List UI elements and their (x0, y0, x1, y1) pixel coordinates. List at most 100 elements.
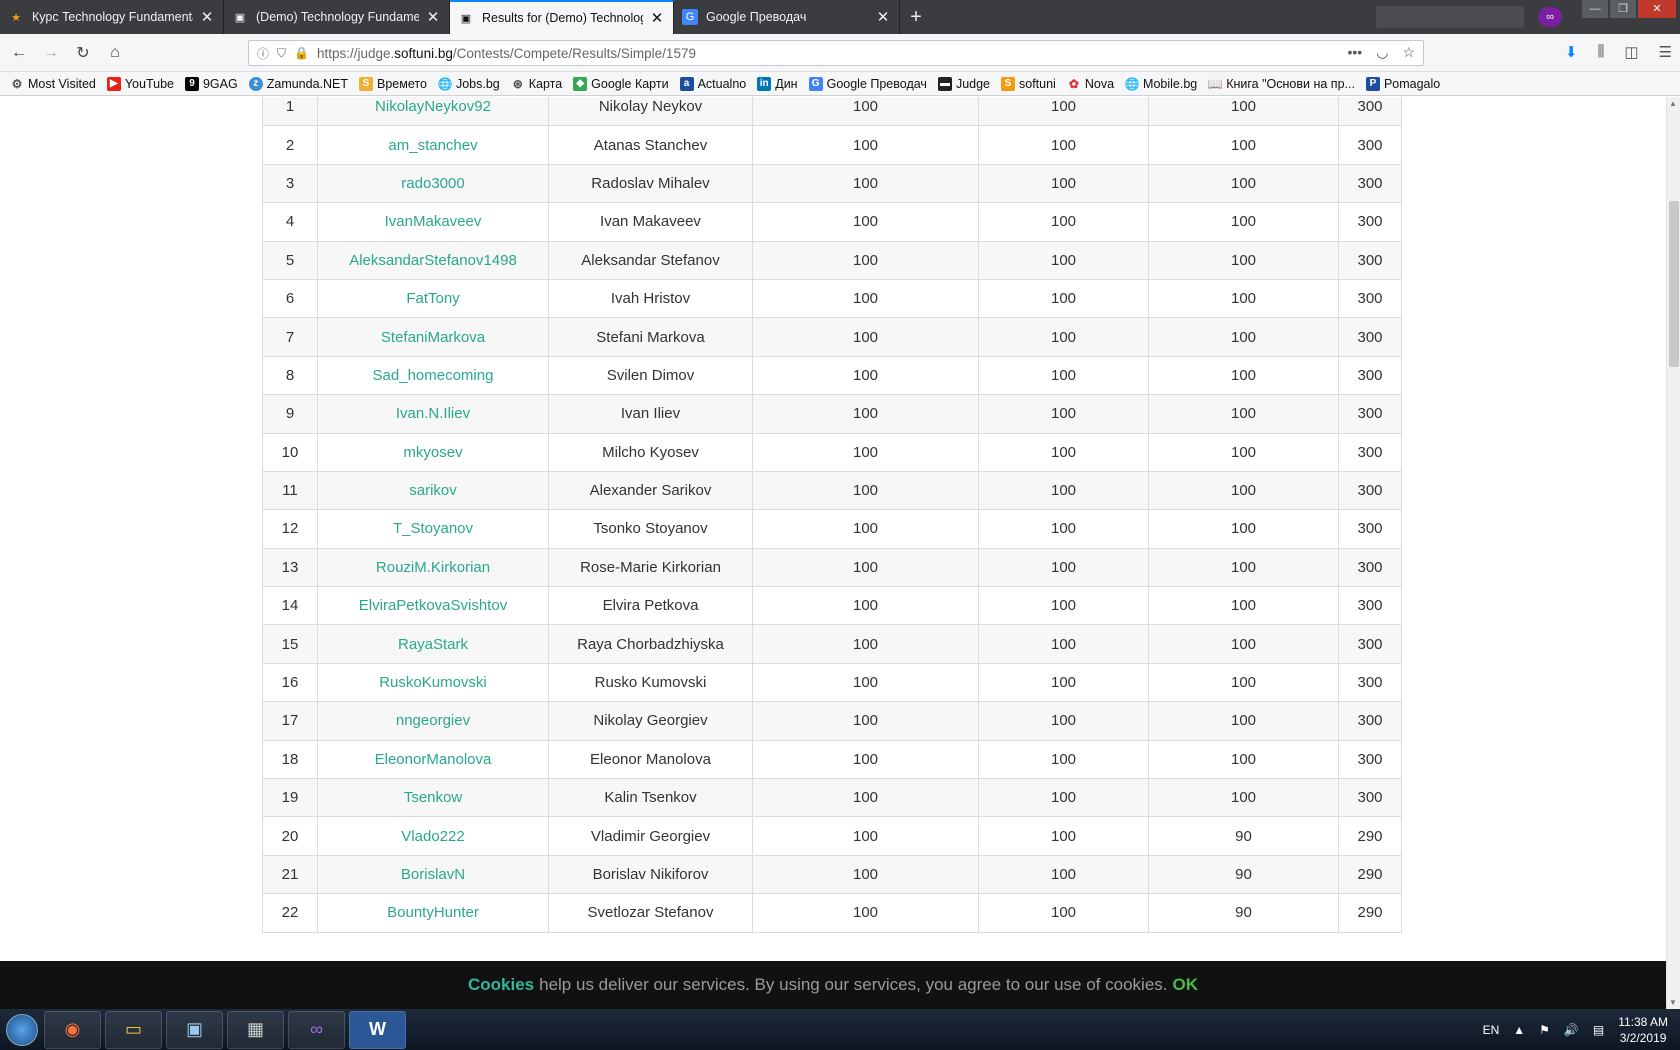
remote-desktop-icon[interactable]: ▣ (166, 1010, 223, 1049)
username-link[interactable]: Tsenkow (317, 778, 549, 818)
table-row: 22 BountyHunter Svetlozar Stefanov 100 100 90… (262, 893, 1402, 933)
table-row: 15 RayaStark Raya Chorbadzhiyska 100 100 100 3… (262, 624, 1402, 664)
username-link[interactable]: AleksandarStefanov1498 (317, 240, 549, 280)
tab-demo[interactable]: ▣ (Demo) Technology Fundamentals ✕ (224, 0, 450, 34)
rank-cell: 10 (262, 432, 318, 472)
problem-3-score: 100 (1148, 701, 1339, 741)
clock[interactable]: 11:38 AM 3/2/2019 (1618, 1014, 1668, 1046)
scrollbar-thumb[interactable] (1669, 201, 1679, 367)
reload-button[interactable]: ↻ (70, 41, 96, 65)
judge-icon: ▬ (937, 76, 952, 91)
start-button[interactable] (0, 1009, 44, 1050)
library-icon[interactable]: ⫼ (1597, 43, 1604, 61)
page-actions-icon[interactable]: ••• (1348, 44, 1363, 61)
username-link[interactable]: IvanMakaveev (317, 202, 549, 242)
new-tab-button[interactable]: + (904, 0, 928, 34)
sidebar-icon[interactable]: ◫ (1624, 43, 1638, 61)
username-link[interactable]: NikolayNeykov92 (317, 97, 549, 127)
cookie-ok-button[interactable]: OK (1173, 975, 1199, 995)
username-link[interactable]: RouziM.Kirkorian (317, 547, 549, 588)
total-score: 300 (1338, 317, 1402, 357)
username-link[interactable]: nngeorgiev (317, 701, 549, 741)
tab-translate[interactable]: G Google Преводач ✕ (674, 0, 900, 34)
username-link[interactable]: StefaniMarkova (317, 317, 549, 357)
table-row: 1 NikolayNeykov92 Nikolay Neykov 100 100 100 3… (262, 97, 1402, 127)
username-link[interactable]: BountyHunter (317, 893, 549, 933)
bookmark-google-translate[interactable]: G Google Преводач (808, 76, 927, 91)
bookmark-google-maps[interactable]: ◆ Google Карти (573, 76, 669, 91)
bookmark-star-icon[interactable]: ☆ (1402, 44, 1415, 61)
username-link[interactable]: rado3000 (317, 163, 549, 204)
page-scrollbar[interactable]: ▲ ▼ (1666, 97, 1680, 1009)
action-center-flag-icon[interactable]: ⚑ (1539, 1023, 1550, 1037)
bookmark-pomagalo[interactable]: P Pomagalo (1365, 76, 1440, 91)
bookmark-book[interactable]: 📖 Книга "Основи на пр... (1208, 77, 1355, 91)
problem-2-score: 100 (978, 163, 1149, 204)
bookmark-map[interactable]: ⊛ Карта (511, 77, 562, 91)
close-icon[interactable]: ✕ (875, 8, 891, 26)
close-icon[interactable]: ✕ (425, 8, 441, 26)
bookmark-zamunda[interactable]: z Zamunda.NET (248, 76, 348, 91)
username-link[interactable]: ElviraPetkovaSvishtov (317, 586, 549, 626)
tray-expand-icon[interactable]: ▲ (1513, 1023, 1525, 1037)
lock-icon[interactable]: 🔒 (294, 46, 309, 60)
window-close-button[interactable]: ✕ (1638, 0, 1676, 18)
bookmark-mobile[interactable]: 🌐 Mobile.bg (1125, 77, 1198, 91)
username-link[interactable]: Vlado222 (317, 816, 549, 856)
info-icon[interactable]: ⓘ (257, 45, 269, 62)
username-link[interactable]: sarikov (317, 470, 549, 511)
bookmark-nova[interactable]: ✿ Nova (1067, 77, 1114, 91)
username-link[interactable]: RayaStark (317, 624, 549, 664)
network-icon[interactable]: ▤ (1593, 1023, 1604, 1037)
username-link[interactable]: am_stanchev (317, 125, 549, 165)
total-score: 300 (1338, 624, 1402, 664)
tab-course[interactable]: ★ Курс Technology Fundamentals ✕ (0, 0, 224, 34)
table-row: 12 T_Stoyanov Tsonko Stoyanov 100 100 100 300 (262, 509, 1402, 549)
menu-icon[interactable]: ☰ (1659, 43, 1672, 61)
tracking-shield-icon[interactable]: ⛉ (277, 46, 286, 61)
tab-results[interactable]: ▣ Results for (Demo) Technology ✕ (450, 0, 674, 34)
username-link[interactable]: BorislavN (317, 854, 549, 895)
bookmark-jobs[interactable]: 🌐 Jobs.bg (437, 77, 499, 91)
bookmark-9gag[interactable]: 9 9GAG (184, 76, 238, 91)
visual-studio-icon[interactable]: ∞ (288, 1010, 345, 1049)
close-icon[interactable]: ✕ (649, 9, 665, 27)
problem-2-score: 100 (978, 432, 1149, 472)
volume-icon[interactable]: 🔊 (1564, 1023, 1579, 1037)
bookmark-softuni[interactable]: Ssoftuni (1001, 76, 1056, 91)
bookmark-youtube[interactable]: ▶ YouTube (106, 76, 174, 91)
username-link[interactable]: RuskoKumovski (317, 662, 549, 703)
problem-1-score: 100 (752, 893, 979, 933)
firefox-icon[interactable]: ◉ (44, 1010, 101, 1049)
word-icon[interactable]: W (349, 1010, 406, 1049)
bookmark-din[interactable]: in Дин (757, 76, 798, 91)
bookmark-most-visited[interactable]: ⚙ Most Visited (10, 77, 96, 91)
address-bar[interactable]: ⓘ ⛉ 🔒 https://judge.softuni.bg/Contests/… (248, 40, 1424, 66)
maximize-button[interactable]: ❐ (1610, 0, 1636, 18)
downloads-icon[interactable]: ⬇ (1565, 43, 1578, 61)
username-link[interactable]: Sad_homecoming (317, 355, 549, 396)
bookmark-weather[interactable]: S Времето (359, 76, 427, 91)
home-button[interactable]: ⌂ (102, 41, 128, 65)
username-link[interactable]: Ivan.N.Iliev (317, 394, 549, 434)
forward-button[interactable]: → (38, 41, 64, 65)
username-link[interactable]: T_Stoyanov (317, 509, 549, 549)
bookmark-judge[interactable]: ▬ Judge (937, 76, 990, 91)
tab-search-field[interactable] (1376, 6, 1524, 28)
pocket-icon[interactable]: ◡ (1376, 44, 1388, 61)
results-table: 1 NikolayNeykov92 Nikolay Neykov 100 100 100 3… (262, 97, 1402, 933)
file-explorer-icon[interactable]: ▭ (105, 1010, 162, 1049)
scroll-down-icon[interactable]: ▼ (1669, 998, 1677, 1007)
username-link[interactable]: mkyosev (317, 432, 549, 472)
total-score: 300 (1338, 778, 1402, 818)
username-link[interactable]: FatTony (317, 278, 549, 319)
bookmark-actualno[interactable]: a Actualno (679, 76, 746, 91)
scroll-up-icon[interactable]: ▲ (1669, 99, 1677, 108)
back-button[interactable]: ← (6, 41, 32, 65)
url-text[interactable]: https://judge.softuni.bg/Contests/Compet… (317, 46, 696, 61)
username-link[interactable]: EleonorManolova (317, 739, 549, 780)
language-indicator[interactable]: EN (1483, 1023, 1500, 1037)
calculator-icon[interactable]: ▦ (227, 1010, 284, 1049)
close-icon[interactable]: ✕ (199, 8, 215, 26)
minimize-button[interactable]: — (1582, 0, 1608, 18)
